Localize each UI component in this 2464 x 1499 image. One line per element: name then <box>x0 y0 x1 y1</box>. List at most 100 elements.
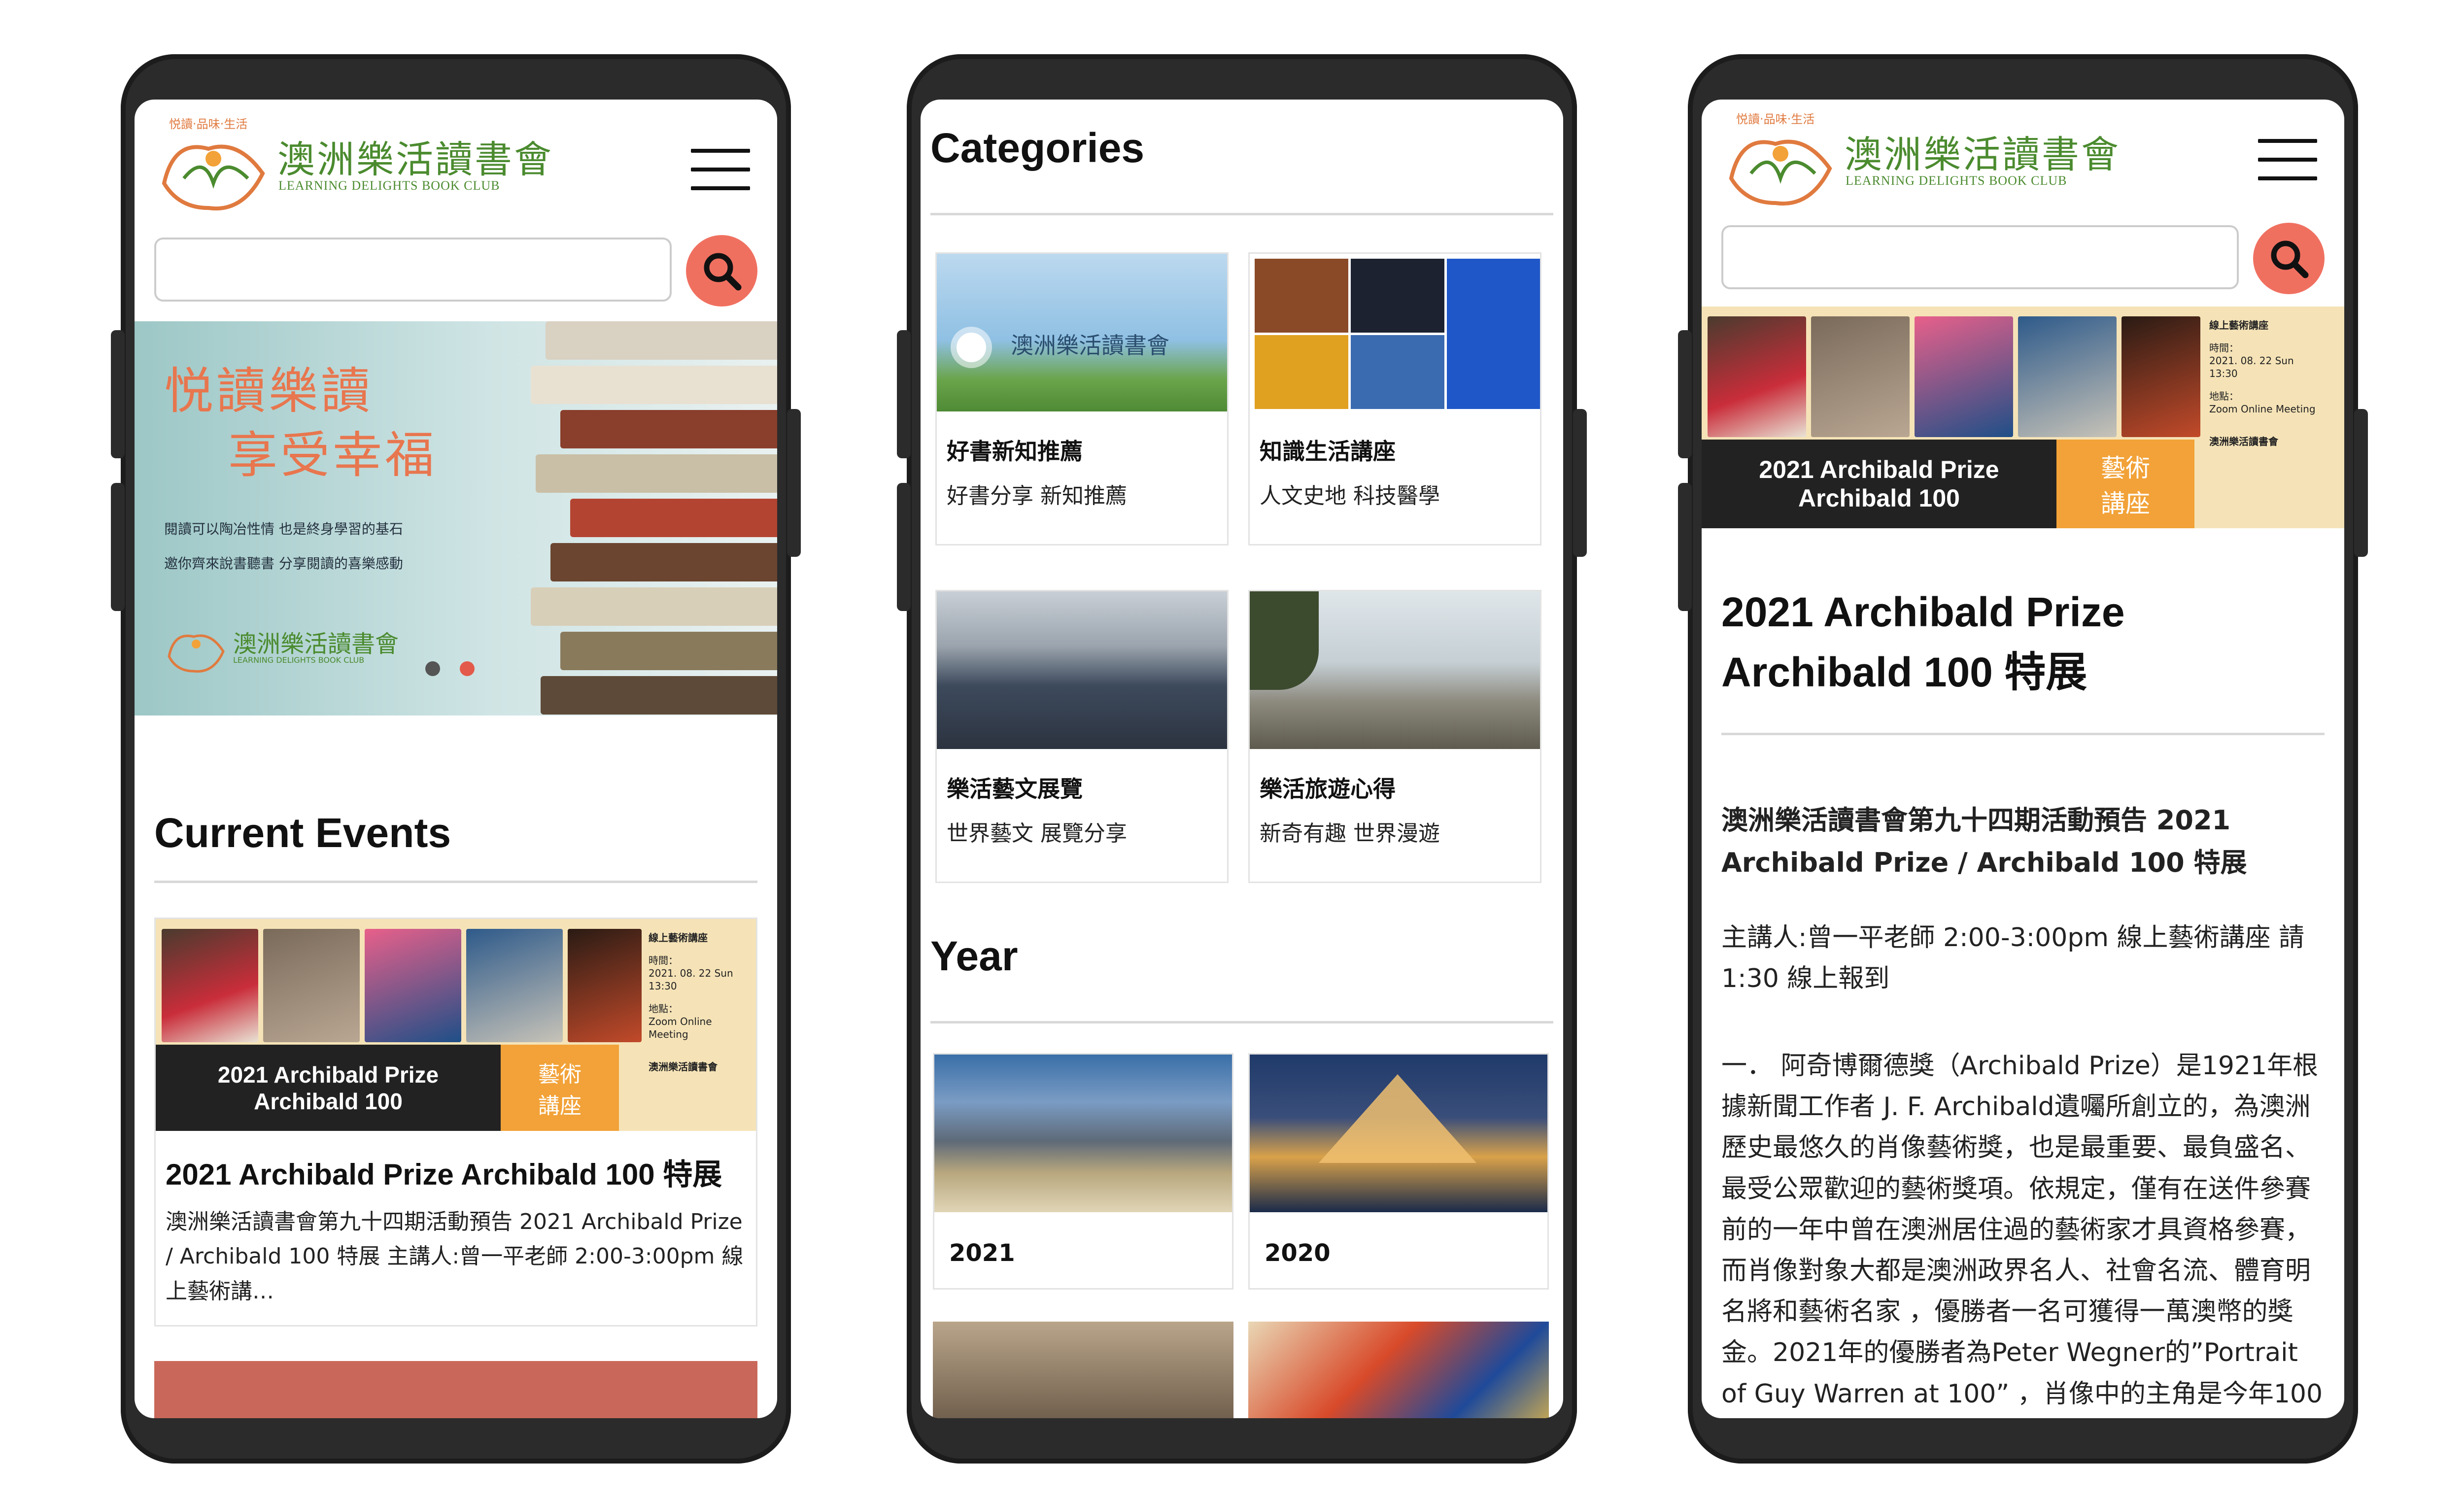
site-header: 悦讀‧品味‧生活 澳洲樂活讀書會 LEARNING DELIGHTS BOOK … <box>135 100 777 307</box>
site-header: 悦讀‧品味‧生活 澳洲樂活讀書會 LEARNING DELIGHTS BOOK … <box>1702 100 2344 297</box>
category-desc: 新奇有趣 世界漫遊 <box>1260 821 1440 846</box>
site-logo[interactable]: 悦讀‧品味‧生活 澳洲樂活讀書會 LEARNING DELIGHTS BOOK … <box>1721 104 2119 218</box>
logo-tagline: 悦讀‧品味‧生活 <box>1736 112 1815 126</box>
screen-home: 悦讀‧品味‧生活 澳洲樂活讀書會 LEARNING DELIGHTS BOOK … <box>135 100 777 1418</box>
logo-name-en: LEARNING DELIGHTS BOOK CLUB <box>278 178 500 193</box>
poster-time-label: 時間： <box>2209 342 2239 354</box>
logo-tagline: 悦讀‧品味‧生活 <box>169 117 248 131</box>
category-card[interactable]: 樂活旅遊心得 新奇有趣 世界漫遊 <box>1248 590 1541 883</box>
year-image <box>1250 1055 1547 1212</box>
poster-tag-line2: 講座 <box>2101 489 2150 518</box>
poster-info-heading: 線上藝術講座 <box>649 932 708 944</box>
year-card[interactable] <box>1248 1322 1549 1418</box>
article-lead: 澳洲樂活讀書會第九十四期活動預告 2021 Archibald Prize / … <box>1721 805 2247 879</box>
logo-name-en: LEARNING DELIGHTS BOOK CLUB <box>1846 173 2067 188</box>
menu-hamburger-icon[interactable] <box>2258 139 2317 183</box>
poster-title-line2: Archibald 100 <box>1798 484 1960 512</box>
category-desc: 人文史地 科技醫學 <box>1260 483 1440 509</box>
search-button[interactable] <box>686 235 757 307</box>
poster-place-value: Zoom Online Meeting <box>649 1016 712 1040</box>
year-label: 2020 <box>1265 1239 1331 1267</box>
divider <box>154 881 757 883</box>
year-card[interactable]: 2020 <box>1248 1053 1549 1290</box>
category-name: 樂活藝文展覽 <box>947 776 1083 802</box>
poster-tag-line1: 藝術 <box>2101 454 2150 482</box>
poster-title-line1: 2021 Archibald Prize <box>217 1061 439 1088</box>
year-card[interactable]: 2021 <box>933 1053 1233 1290</box>
section-title-year: Year <box>930 933 1018 979</box>
divider <box>930 1021 1553 1023</box>
search-input[interactable] <box>1721 225 2239 289</box>
poster-title-line1: 2021 Archibald Prize <box>1759 456 1999 483</box>
poster-time-label: 時間： <box>649 954 678 966</box>
search-icon <box>2271 240 2308 278</box>
poster-place-value: Zoom Online Meeting <box>2209 403 2316 415</box>
hero-logo-name: 澳洲樂活讀書會 <box>233 630 399 658</box>
hero-line2: 享受幸福 <box>228 426 437 484</box>
logo-emblem-icon <box>168 634 225 673</box>
poster-place-label: 地點： <box>649 1003 678 1015</box>
category-card[interactable]: 澳洲樂活讀書會 好書新知推薦 好書分享 新知推薦 <box>935 252 1229 545</box>
poster-time-value: 2021. 08. 22 Sun <box>649 967 733 979</box>
year-label: 2021 <box>949 1239 1015 1267</box>
phone-article: 悦讀‧品味‧生活 澳洲樂活讀書會 LEARNING DELIGHTS BOOK … <box>1678 54 2368 1464</box>
poster-org: 澳洲樂活讀書會 <box>2209 436 2278 447</box>
category-image <box>1250 254 1540 411</box>
year-card[interactable] <box>933 1322 1233 1418</box>
divider <box>930 213 1553 215</box>
event-poster: 線上藝術講座 時間： 2021. 08. 22 Sun 13:30 地點： Zo… <box>156 919 756 1131</box>
divider <box>1721 733 2325 735</box>
category-card[interactable]: 知識生活講座 人文史地 科技醫學 <box>1248 252 1541 545</box>
phone-categories: Categories 澳洲樂活讀書會 好書新知推薦 好書分享 新知推薦 知識生活… <box>897 54 1587 1464</box>
menu-hamburger-icon[interactable] <box>691 149 750 193</box>
logo-name-zh: 澳洲樂活讀書會 <box>277 137 553 181</box>
pyramid-icon <box>1319 1074 1476 1163</box>
section-title-current-events: Current Events <box>154 810 451 856</box>
poster-title-line2: Archibald 100 <box>254 1088 403 1114</box>
search-button[interactable] <box>2253 223 2325 294</box>
article-speaker: 主講人:曾一平老師 2:00-3:00pm 線上藝術講座 請1:30 線上報到 <box>1721 923 2305 994</box>
category-image: 澳洲樂活讀書會 <box>937 254 1227 411</box>
year-image <box>934 1055 1232 1212</box>
poster-time-value: 2021. 08. 22 Sun <box>2209 355 2294 367</box>
event-title[interactable]: 2021 Archibald Prize Archibald 100 特展 <box>166 1151 722 1193</box>
article-body: 一． 阿奇博爾德獎（Archibald Prize）是1921年根據新聞工作者 … <box>1721 1051 2323 1409</box>
category-name: 樂活旅遊心得 <box>1260 776 1396 802</box>
poster-time-hours: 13:30 <box>2209 368 2238 379</box>
screen-article: 悦讀‧品味‧生活 澳洲樂活讀書會 LEARNING DELIGHTS BOOK … <box>1702 100 2344 1418</box>
screen-categories: Categories 澳洲樂活讀書會 好書新知推薦 好書分享 新知推薦 知識生活… <box>921 100 1563 1418</box>
next-event-card[interactable] <box>154 1361 757 1418</box>
hero-logo-en: LEARNING DELIGHTS BOOK CLUB <box>233 655 365 665</box>
poster-tag-line2: 講座 <box>538 1093 582 1119</box>
carousel-dot-2[interactable] <box>460 661 475 676</box>
event-card[interactable]: 線上藝術講座 時間： 2021. 08. 22 Sun 13:30 地點： Zo… <box>154 918 757 1327</box>
poster-info-heading: 線上藝術講座 <box>2209 319 2268 331</box>
books-stack-image <box>521 321 777 715</box>
category-image <box>937 591 1227 749</box>
phone-home: 悦讀‧品味‧生活 澳洲樂活讀書會 LEARNING DELIGHTS BOOK … <box>111 54 801 1464</box>
search-icon <box>704 253 741 290</box>
category-name: 知識生活講座 <box>1260 438 1396 465</box>
poster-place-label: 地點： <box>2209 390 2239 402</box>
category-desc: 世界藝文 展覽分享 <box>947 821 1127 846</box>
category-name: 好書新知推薦 <box>947 438 1083 465</box>
search-input[interactable] <box>154 238 672 302</box>
event-excerpt: 澳洲樂活讀書會第九十四期活動預告 2021 Archibald Prize / … <box>166 1209 744 1304</box>
poster-org: 澳洲樂活讀書會 <box>649 1061 718 1073</box>
hero-sub1: 閱讀可以陶冶性情 也是終身學習的基石 <box>164 521 403 537</box>
article-title: 2021 Archibald Prize Archibald 100 特展 <box>1721 589 2125 695</box>
hero-banner[interactable]: 悦讀樂讀 享受幸福 閱讀可以陶冶性情 也是終身學習的基石 邀你齊來說書聽書 分享… <box>135 321 777 715</box>
poster-time-hours: 13:30 <box>649 980 677 992</box>
site-logo[interactable]: 悦讀‧品味‧生活 澳洲樂活讀書會 LEARNING DELIGHTS BOOK … <box>154 109 551 223</box>
category-card[interactable]: 樂活藝文展覽 世界藝文 展覽分享 <box>935 590 1229 883</box>
hero-logo: 澳洲樂活讀書會 LEARNING DELIGHTS BOOK CLUB <box>164 617 420 681</box>
category-image-logo: 澳洲樂活讀書會 <box>1011 332 1169 359</box>
hero-line1: 悦讀樂讀 <box>164 362 373 420</box>
logo-name-zh: 澳洲樂活讀書會 <box>1845 133 2121 176</box>
article-poster: 線上藝術講座 時間： 2021. 08. 22 Sun 13:30 地點： Zo… <box>1702 307 2344 528</box>
carousel-dot-1[interactable] <box>425 661 440 676</box>
category-image <box>1250 591 1540 749</box>
hero-sub2: 邀你齊來說書聽書 分享閱讀的喜樂感動 <box>164 555 403 572</box>
section-title-categories: Categories <box>930 125 1145 171</box>
poster-tag-line1: 藝術 <box>538 1061 582 1087</box>
